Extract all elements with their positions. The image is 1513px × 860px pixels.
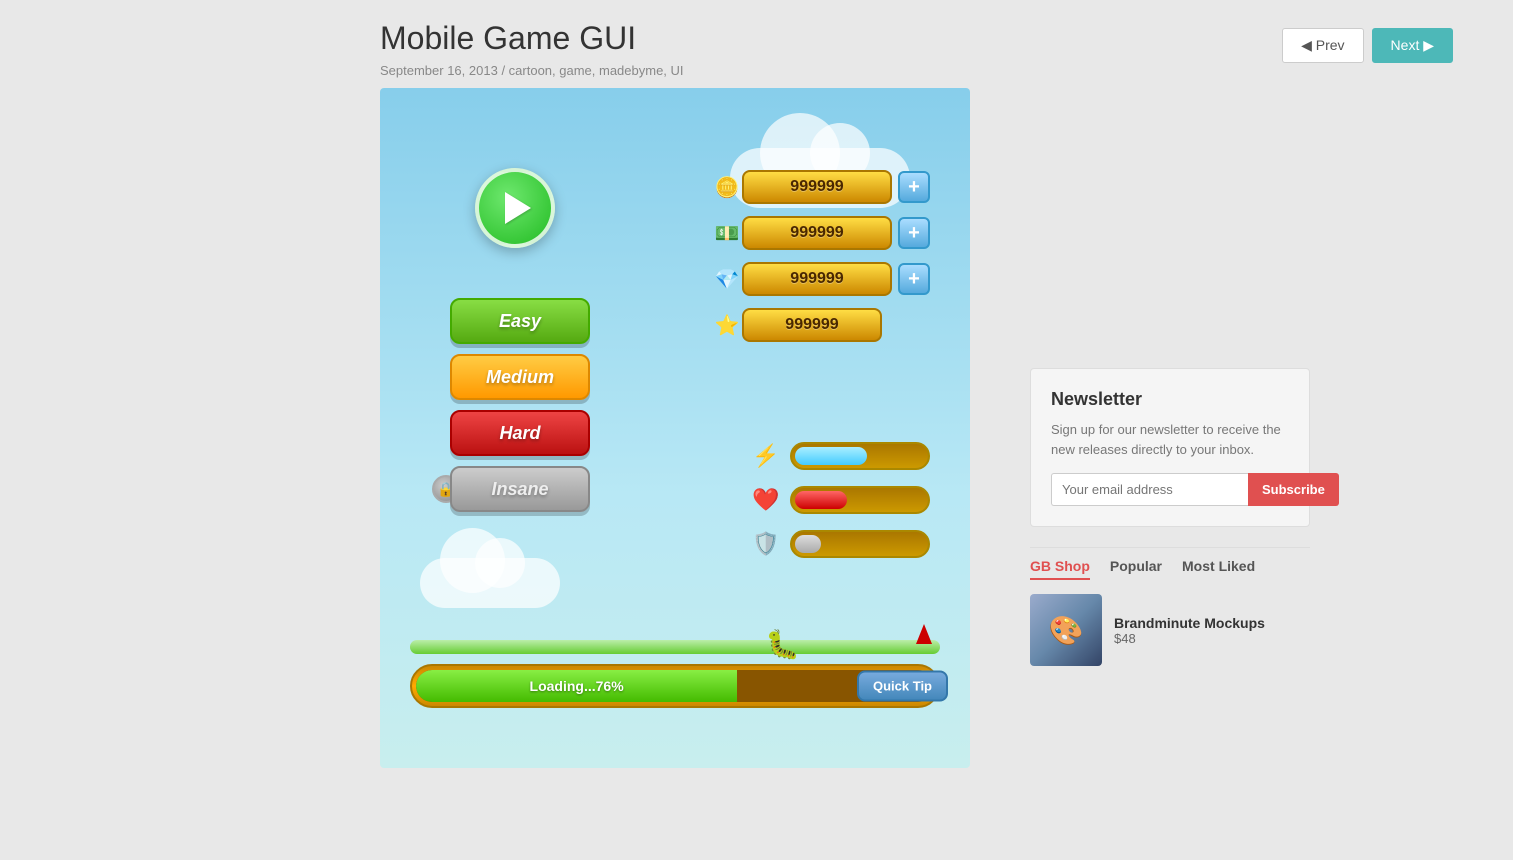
email-input[interactable] — [1051, 473, 1248, 506]
gem-row: 💎 999999 + — [708, 260, 930, 298]
cash-row: 💵 999999 + — [708, 214, 930, 252]
lightning-bar-fill — [795, 447, 867, 465]
page-container: Mobile Game GUI September 16, 2013 / car… — [0, 0, 1513, 860]
coin-row: 🪙 999999 + — [708, 168, 930, 206]
medium-button[interactable]: Medium — [450, 354, 590, 400]
lightning-icon: ⚡ — [748, 438, 784, 474]
bottom-area: 🐛 Loading...76% Quick Tip — [410, 640, 940, 708]
sidebar-divider — [1030, 547, 1310, 548]
worm-track: 🐛 — [410, 640, 940, 654]
shop-item: 🎨 Brandminute Mockups $48 — [1030, 594, 1310, 666]
game-image: Easy Medium Hard 🔒 Insane 🪙 999999 + — [380, 88, 970, 768]
lightning-progress-row: ⚡ — [748, 438, 930, 474]
health-bar-fill — [795, 491, 847, 509]
tab-gb-shop[interactable]: GB Shop — [1030, 558, 1090, 580]
post-title: Mobile Game GUI — [380, 20, 1282, 57]
coin-plus-button[interactable]: + — [898, 171, 930, 203]
shop-item-name: Brandminute Mockups — [1114, 615, 1265, 631]
shop-tabs: GB Shop Popular Most Liked — [1030, 558, 1310, 580]
loading-text: Loading...76% — [530, 678, 624, 694]
shield-icon: 🛡️ — [748, 526, 784, 562]
star-row: ⭐ 999999 — [708, 306, 930, 344]
lightning-bar-outer — [790, 442, 930, 470]
post-date: September 16, 2013 — [380, 63, 498, 78]
content-row: Easy Medium Hard 🔒 Insane 🪙 999999 + — [0, 78, 1513, 768]
difficulty-buttons: Easy Medium Hard 🔒 Insane — [450, 298, 590, 512]
cloud-2 — [420, 558, 560, 608]
health-bar-outer — [790, 486, 930, 514]
newsletter-description: Sign up for our newsletter to receive th… — [1051, 420, 1289, 459]
worm-character: 🐛 — [765, 628, 800, 661]
star-icon: ⭐ — [708, 306, 746, 344]
cash-icon: 💵 — [708, 214, 746, 252]
cash-value: 999999 — [742, 216, 892, 250]
post-tags: cartoon, game, madebyme, UI — [509, 63, 684, 78]
progress-area: ⚡ ❤️ 🛡️ — [748, 438, 930, 562]
newsletter-box: Newsletter Sign up for our newsletter to… — [1030, 368, 1310, 527]
loading-bar-outer: Loading...76% Quick Tip — [410, 664, 940, 708]
play-button[interactable] — [475, 168, 555, 248]
gem-plus-button[interactable]: + — [898, 263, 930, 295]
coin-value: 999999 — [742, 170, 892, 204]
right-sidebar: Newsletter Sign up for our newsletter to… — [1010, 88, 1330, 768]
subscribe-button[interactable]: Subscribe — [1248, 473, 1339, 506]
shop-thumb-image: 🎨 — [1030, 594, 1102, 666]
shop-thumbnail: 🎨 — [1030, 594, 1102, 666]
cash-plus-button[interactable]: + — [898, 217, 930, 249]
health-progress-row: ❤️ — [748, 482, 930, 518]
health-icon: ❤️ — [748, 482, 784, 518]
gem-value: 999999 — [742, 262, 892, 296]
tab-popular[interactable]: Popular — [1110, 558, 1162, 580]
coin-icon: 🪙 — [708, 168, 746, 206]
next-button[interactable]: Next ▶ — [1372, 28, 1453, 63]
shield-progress-row: 🛡️ — [748, 526, 930, 562]
newsletter-title: Newsletter — [1051, 389, 1289, 410]
tab-most-liked[interactable]: Most Liked — [1182, 558, 1255, 580]
game-section: Easy Medium Hard 🔒 Insane 🪙 999999 + — [380, 88, 980, 768]
post-meta: September 16, 2013 / cartoon, game, made… — [380, 63, 1282, 78]
insane-button[interactable]: Insane — [450, 466, 590, 512]
gem-icon: 💎 — [708, 260, 746, 298]
quick-tip-button[interactable]: Quick Tip — [857, 671, 948, 702]
shield-bar-outer — [790, 530, 930, 558]
easy-button[interactable]: Easy — [450, 298, 590, 344]
header-row: Mobile Game GUI September 16, 2013 / car… — [0, 0, 1513, 78]
meta-separator: / — [501, 63, 508, 78]
currency-area: 🪙 999999 + 💵 999999 + 💎 999999 + — [708, 168, 930, 344]
prev-button[interactable]: ◀ Prev — [1282, 28, 1363, 63]
star-value: 999999 — [742, 308, 882, 342]
newsletter-form: Subscribe — [1051, 473, 1289, 506]
shop-item-price: $48 — [1114, 631, 1265, 646]
header-left: Mobile Game GUI September 16, 2013 / car… — [380, 20, 1282, 78]
hard-button[interactable]: Hard — [450, 410, 590, 456]
shield-bar-fill — [795, 535, 821, 553]
loading-bar-fill: Loading...76% — [416, 670, 737, 702]
shop-info: Brandminute Mockups $48 — [1114, 615, 1265, 646]
nav-buttons: ◀ Prev Next ▶ — [1282, 20, 1453, 63]
